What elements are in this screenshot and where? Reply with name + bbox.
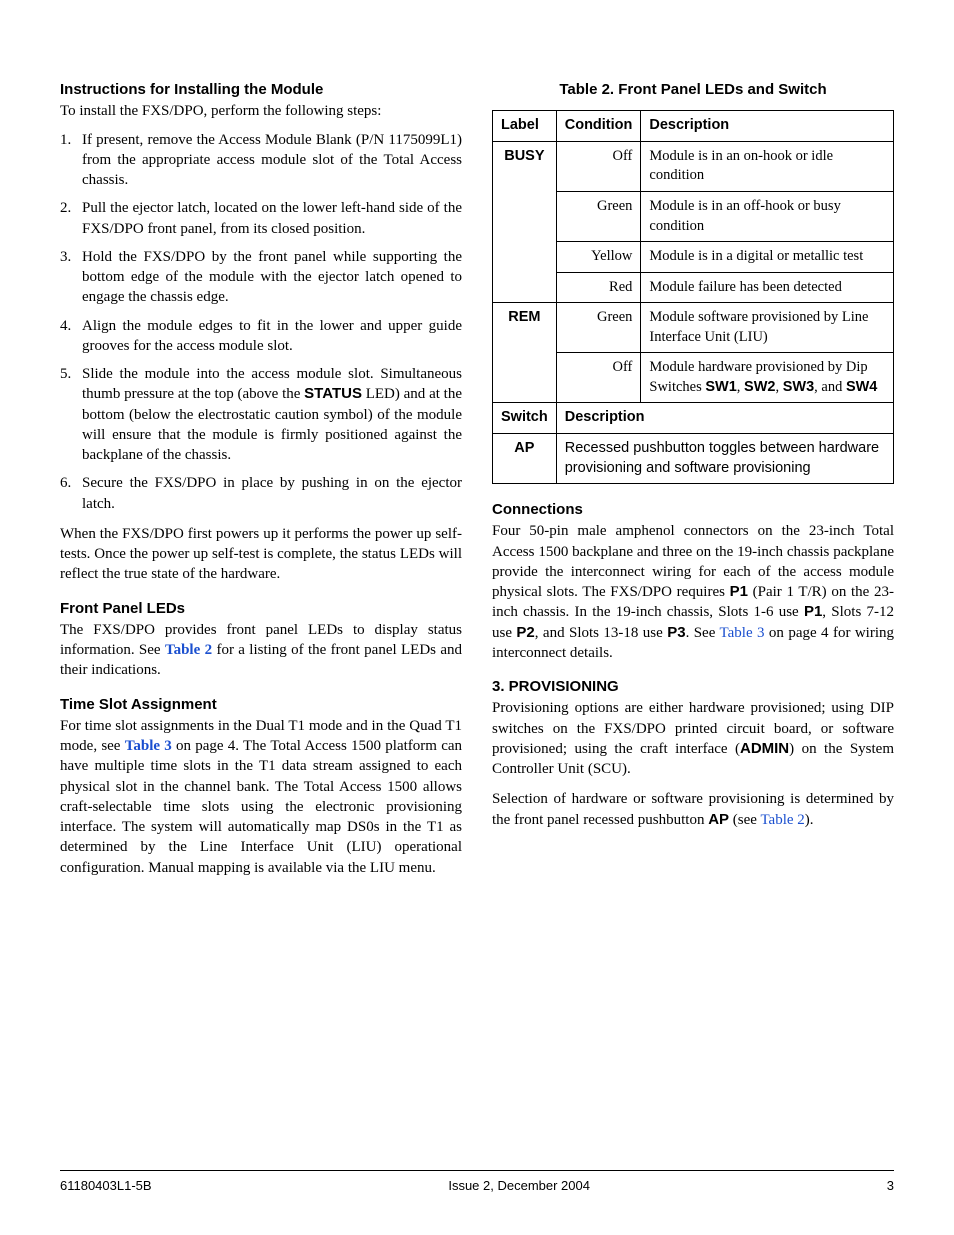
rem-off-desc: Module hardware provisioned by Dip Switc…: [641, 353, 894, 403]
busy-red-desc: Module failure has been detected: [641, 272, 894, 303]
step-6: Secure the FXS/DPO in place by pushing i…: [82, 473, 462, 514]
busy-green-desc: Module is in an off-hook or busy conditi…: [641, 191, 894, 241]
prov2-c: (see: [729, 812, 760, 828]
install-heading: Instructions for Installing the Module: [60, 80, 462, 100]
p2-bold: P2: [516, 624, 534, 641]
step-1: If present, remove the Access Module Bla…: [82, 130, 462, 191]
left-column: Instructions for Installing the Module T…: [60, 80, 462, 1130]
step-3: Hold the FXS/DPO by the front panel whil…: [82, 247, 462, 308]
rem-label: REM: [493, 303, 557, 403]
p1-bold-2: P1: [804, 603, 822, 620]
switch-header: Switch: [493, 403, 557, 434]
table-header-row: Label Condition Description: [493, 111, 894, 142]
prov2-d: ).: [805, 812, 814, 828]
sw1: SW1: [705, 379, 736, 395]
busy-red-cond: Red: [556, 272, 641, 303]
leds-heading: Front Panel LEDs: [60, 599, 462, 619]
table3-link[interactable]: Table 3: [125, 738, 172, 754]
step-5: Slide the module into the access module …: [82, 364, 462, 465]
table-row: AP Recessed pushbutton toggles between h…: [493, 434, 894, 484]
busy-green-cond: Green: [556, 191, 641, 241]
timeslot-paragraph: For time slot assignments in the Dual T1…: [60, 716, 462, 878]
page-footer: 61180403L1-5B Issue 2, December 2004 3: [60, 1170, 894, 1195]
step-2: Pull the ejector latch, located on the l…: [82, 198, 462, 239]
busy-off-desc: Module is in an on-hook or idle conditio…: [641, 141, 894, 191]
provisioning-heading: 3. PROVISIONING: [492, 677, 894, 697]
footer-right: 3: [887, 1177, 894, 1195]
status-bold: STATUS: [304, 385, 362, 402]
powerup-paragraph: When the FXS/DPO first powers up it perf…: [60, 524, 462, 585]
provisioning-p2: Selection of hardware or software provis…: [492, 789, 894, 830]
right-column: Table 2. Front Panel LEDs and Switch Lab…: [492, 80, 894, 1130]
footer-center: Issue 2, December 2004: [448, 1177, 590, 1195]
table2-link-bottom[interactable]: Table 2: [760, 812, 804, 828]
footer-left: 61180403L1-5B: [60, 1177, 152, 1195]
two-column-layout: Instructions for Installing the Module T…: [60, 80, 894, 1130]
rem-green-cond: Green: [556, 303, 641, 353]
table2-title: Table 2. Front Panel LEDs and Switch: [492, 80, 894, 100]
timeslot-heading: Time Slot Assignment: [60, 695, 462, 715]
timeslot-mid: on page 4. The Total Access 1500 platfor…: [60, 738, 462, 876]
p1-bold-1: P1: [730, 583, 748, 600]
sep2: ,: [775, 379, 782, 395]
provisioning-p1: Provisioning options are either hardware…: [492, 698, 894, 779]
table3-link-right[interactable]: Table 3: [720, 625, 765, 641]
rem-green-desc: Module software provisioned by Line Inte…: [641, 303, 894, 353]
conn-i: . See: [686, 625, 720, 641]
sw4: SW4: [846, 379, 877, 395]
install-steps: If present, remove the Access Module Bla…: [60, 130, 462, 514]
th-label: Label: [493, 111, 557, 142]
table2-link[interactable]: Table 2: [165, 642, 212, 658]
table-row: REM Green Module software provisioned by…: [493, 303, 894, 353]
sw3: SW3: [783, 379, 814, 395]
switch-header-row: Switch Description: [493, 403, 894, 434]
prov2-a: Selection of hardware or software provis…: [492, 791, 894, 827]
p3-bold: P3: [667, 624, 685, 641]
th-condition: Condition: [556, 111, 641, 142]
rem-off-cond: Off: [556, 353, 641, 403]
sw2: SW2: [744, 379, 775, 395]
sep1: ,: [737, 379, 744, 395]
admin-bold: ADMIN: [740, 740, 789, 757]
busy-yellow-desc: Module is in a digital or metallic test: [641, 242, 894, 273]
busy-label: BUSY: [493, 141, 557, 302]
th-description: Description: [641, 111, 894, 142]
and: , and: [814, 379, 846, 395]
busy-yellow-cond: Yellow: [556, 242, 641, 273]
connections-heading: Connections: [492, 500, 894, 520]
install-intro: To install the FXS/DPO, perform the foll…: [60, 101, 462, 121]
conn-g: , and Slots 13-18 use: [535, 625, 667, 641]
ap-bold: AP: [708, 811, 729, 828]
switch-desc-header: Description: [556, 403, 893, 434]
busy-off-cond: Off: [556, 141, 641, 191]
table-row: BUSY Off Module is in an on-hook or idle…: [493, 141, 894, 191]
led-table: Label Condition Description BUSY Off Mod…: [492, 110, 894, 484]
step-4: Align the module edges to fit in the low…: [82, 316, 462, 357]
leds-paragraph: The FXS/DPO provides front panel LEDs to…: [60, 620, 462, 681]
connections-paragraph: Four 50-pin male amphenol connectors on …: [492, 521, 894, 663]
ap-desc: Recessed pushbutton toggles between hard…: [556, 434, 893, 484]
ap-label: AP: [493, 434, 557, 484]
